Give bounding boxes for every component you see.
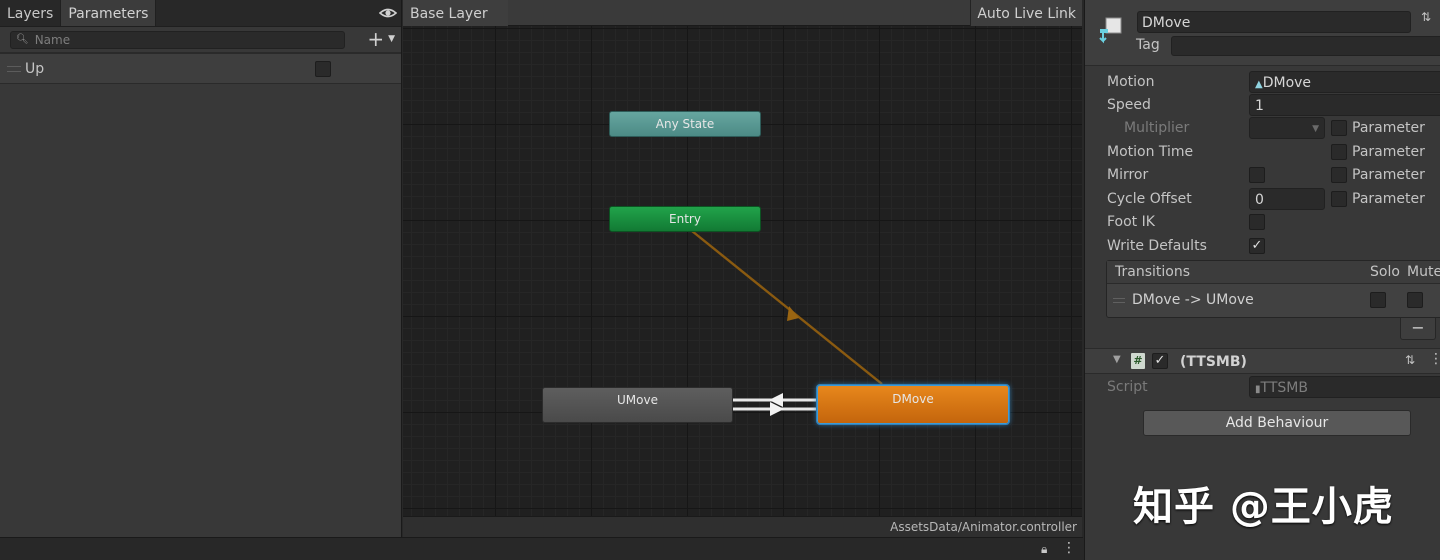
lock-icon[interactable]: 🔒︎ bbox=[1041, 542, 1047, 557]
motion-label: Motion bbox=[1107, 74, 1155, 90]
state-label: DMove bbox=[892, 392, 934, 406]
state-label: UMove bbox=[617, 393, 658, 407]
chevron-down-icon: ▼ bbox=[1312, 124, 1319, 134]
motion-value: DMove bbox=[1262, 75, 1312, 91]
cycle-offset-label: Cycle Offset bbox=[1107, 191, 1192, 207]
mute-column-label: Mute bbox=[1407, 264, 1440, 280]
drag-handle-icon[interactable] bbox=[7, 65, 21, 72]
solo-column-label: Solo bbox=[1370, 264, 1400, 280]
more-options-icon[interactable]: ⋮ bbox=[1429, 351, 1440, 367]
transitions-title: Transitions bbox=[1115, 264, 1190, 280]
mirror-checkbox[interactable] bbox=[1249, 167, 1265, 183]
state-label: Any State bbox=[655, 117, 715, 131]
state-entry[interactable]: Entry bbox=[609, 206, 761, 232]
motion-time-label: Motion Time bbox=[1107, 144, 1194, 160]
animation-clip-icon: ▲ bbox=[1255, 79, 1263, 90]
transition-row[interactable]: DMove -> UMove bbox=[1107, 284, 1440, 317]
state-label: Entry bbox=[669, 212, 701, 226]
tab-parameters[interactable]: Parameters bbox=[61, 0, 157, 26]
watermark: 知乎 @王小虎 bbox=[1133, 484, 1394, 530]
transitions-header: Transitions Solo Mute bbox=[1107, 261, 1440, 284]
plus-icon: + bbox=[367, 27, 385, 51]
drag-handle-icon[interactable] bbox=[1113, 298, 1125, 303]
transition-name: DMove -> UMove bbox=[1132, 292, 1254, 308]
add-behaviour-button[interactable]: Add Behaviour bbox=[1143, 410, 1411, 436]
parameters-panel: Layers Parameters 🔍︎ Name + ▼ Up bbox=[0, 0, 402, 537]
state-any-state[interactable]: Any State bbox=[609, 111, 761, 137]
graph-toolbar: Base Layer Auto Live Link bbox=[403, 0, 1082, 26]
adjust-icon[interactable]: ⇅ bbox=[1421, 10, 1431, 24]
speed-field[interactable]: 1 bbox=[1249, 94, 1440, 116]
search-placeholder: Name bbox=[34, 32, 71, 47]
state-icon bbox=[1099, 17, 1122, 44]
cycle-offset-field[interactable]: 0 bbox=[1249, 188, 1325, 210]
state-name-field[interactable]: DMove bbox=[1137, 11, 1411, 33]
parameter-row[interactable]: Up bbox=[0, 54, 401, 84]
graph-grid[interactable] bbox=[403, 26, 1082, 516]
search-input[interactable]: 🔍︎ Name bbox=[10, 30, 345, 49]
state-machine-graph[interactable]: Any State Entry UMove DMove Base Layer A… bbox=[403, 0, 1082, 537]
multiplier-label: Multiplier bbox=[1124, 120, 1190, 136]
tag-label: Tag bbox=[1136, 37, 1160, 53]
script-icon: # bbox=[1131, 353, 1145, 369]
mute-checkbox[interactable] bbox=[1407, 292, 1423, 308]
foldout-arrow-icon[interactable]: ▼ bbox=[1113, 354, 1121, 365]
status-bar: 🔒︎ ⋮ bbox=[0, 537, 1083, 560]
tab-layers[interactable]: Layers bbox=[0, 0, 62, 26]
solo-checkbox[interactable] bbox=[1370, 292, 1386, 308]
inspector-header: DMove ⇅ Tag bbox=[1085, 0, 1440, 66]
foot-ik-checkbox[interactable] bbox=[1249, 214, 1265, 230]
auto-live-link-button[interactable]: Auto Live Link bbox=[970, 0, 1082, 26]
breadcrumb-arrow-icon bbox=[488, 0, 498, 26]
parameter-bool-checkbox[interactable] bbox=[315, 61, 331, 77]
state-dmove[interactable]: DMove bbox=[817, 385, 1009, 424]
eye-icon[interactable] bbox=[379, 5, 397, 21]
animator-window: Layers Parameters 🔍︎ Name + ▼ Up Any Sta… bbox=[0, 0, 1440, 560]
script-field[interactable]: ▮TTSMB bbox=[1249, 376, 1440, 398]
parameter-label: Parameter bbox=[1352, 120, 1425, 136]
add-parameter-button[interactable]: + ▼ bbox=[367, 29, 395, 49]
behaviour-header[interactable]: ▼ # ✓ (TTSMB) ⇅ ⋮ bbox=[1085, 348, 1440, 374]
panel-tabs: Layers Parameters bbox=[0, 0, 401, 27]
motion-field[interactable]: ▲DMove bbox=[1249, 71, 1440, 93]
parameter-label: Parameter bbox=[1352, 191, 1425, 207]
motion-time-parameter-checkbox[interactable] bbox=[1331, 144, 1347, 160]
parameter-label: Parameter bbox=[1352, 144, 1425, 160]
multiplier-parameter-checkbox[interactable] bbox=[1331, 120, 1347, 136]
write-defaults-label: Write Defaults bbox=[1107, 238, 1207, 254]
chevron-down-icon: ▼ bbox=[388, 34, 395, 44]
search-row: 🔍︎ Name + ▼ bbox=[0, 27, 401, 52]
behaviour-title: (TTSMB) bbox=[1180, 354, 1247, 370]
parameter-label: Parameter bbox=[1352, 167, 1425, 183]
mirror-label: Mirror bbox=[1107, 167, 1149, 183]
remove-transition-button[interactable]: − bbox=[1400, 318, 1436, 340]
search-icon: 🔍︎ bbox=[16, 34, 29, 45]
mirror-parameter-checkbox[interactable] bbox=[1331, 167, 1347, 183]
multiplier-dropdown[interactable]: ▼ bbox=[1249, 117, 1325, 139]
script-label: Script bbox=[1107, 379, 1148, 395]
behaviour-enabled-checkbox[interactable]: ✓ bbox=[1152, 353, 1168, 369]
script-value: TTSMB bbox=[1260, 380, 1308, 396]
transitions-list: Transitions Solo Mute DMove -> UMove bbox=[1106, 260, 1440, 318]
tag-field[interactable] bbox=[1171, 36, 1440, 56]
speed-label: Speed bbox=[1107, 97, 1151, 113]
write-defaults-checkbox[interactable]: ✓ bbox=[1249, 238, 1265, 254]
more-options-icon[interactable]: ⋮ bbox=[1062, 540, 1076, 556]
inspector-panel: DMove ⇅ Tag Motion ▲DMove Speed 1 Multip… bbox=[1084, 0, 1440, 560]
state-umove[interactable]: UMove bbox=[542, 387, 733, 423]
foot-ik-label: Foot IK bbox=[1107, 214, 1155, 230]
controller-path: AssetsData/Animator.controller bbox=[403, 516, 1082, 537]
parameter-name[interactable]: Up bbox=[25, 61, 44, 77]
cycle-offset-parameter-checkbox[interactable] bbox=[1331, 191, 1347, 207]
adjust-icon[interactable]: ⇅ bbox=[1405, 353, 1415, 367]
